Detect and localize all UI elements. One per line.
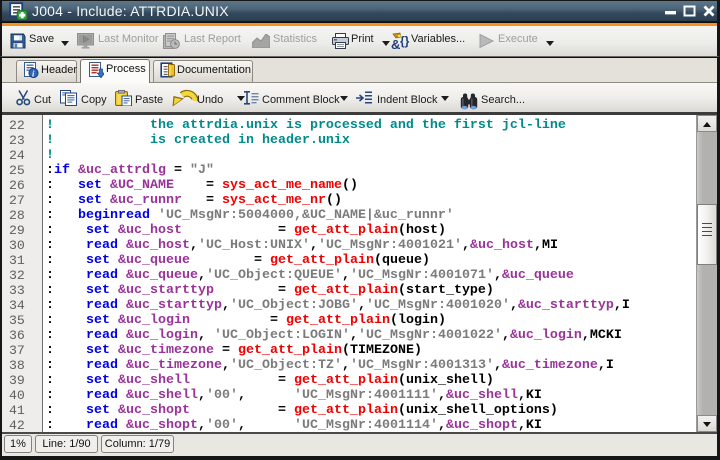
svg-text:{}: {} — [400, 34, 410, 48]
svg-text:&: & — [391, 37, 400, 50]
